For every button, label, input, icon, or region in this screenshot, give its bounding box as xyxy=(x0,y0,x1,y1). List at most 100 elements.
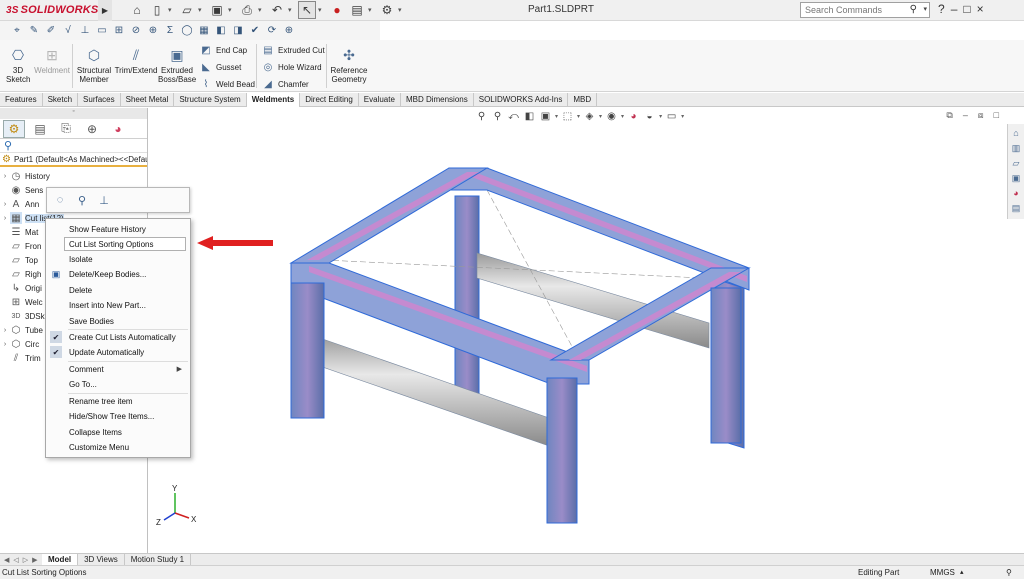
front-right-leg[interactable] xyxy=(710,287,742,444)
tab-surfaces[interactable]: Surfaces xyxy=(78,93,121,107)
tab-solidworks-add-ins[interactable]: SOLIDWORKS Add-Ins xyxy=(474,93,569,107)
dimxpert-manager-icon[interactable]: ⊕ xyxy=(81,120,103,138)
help-icon[interactable]: ? xyxy=(938,2,945,16)
tree-item-annotations[interactable]: › A Ann xyxy=(0,197,39,211)
expand-arrow-icon[interactable]: › xyxy=(0,215,10,222)
maximize-button[interactable]: □ xyxy=(963,2,970,16)
expand-arrow-icon[interactable]: › xyxy=(0,327,10,334)
balloon-icon[interactable]: ◯ xyxy=(180,24,194,38)
open-dropdown-icon[interactable]: ▾ xyxy=(198,6,206,14)
solidworks-resources-icon[interactable]: ⌂ xyxy=(1010,127,1023,139)
tree-item-front-plane[interactable]: ▱ Fron xyxy=(0,239,41,253)
end-cap-button[interactable]: ◩ End Cap xyxy=(200,44,247,56)
menu-rename-tree-item[interactable]: Rename tree item xyxy=(46,394,190,408)
menu-save-bodies[interactable]: Save Bodies xyxy=(46,314,190,328)
menu-isolate[interactable]: Isolate xyxy=(46,252,190,266)
solidworks-menu-arrow-icon[interactable]: ▶ xyxy=(98,0,112,21)
menu-delete-keep-bodies[interactable]: ▣ Delete/Keep Bodies... xyxy=(46,267,190,281)
table-icon[interactable]: ▦ xyxy=(197,24,211,38)
weldment-button[interactable]: ⊞ Weldment xyxy=(34,46,70,76)
appearances-icon[interactable]: ◕ xyxy=(1010,187,1023,199)
structural-member-button[interactable]: ⬡ Structural Member xyxy=(74,46,114,85)
save-icon[interactable]: ▣ xyxy=(208,1,226,19)
3d-sketch-button[interactable]: ⎔ 3D Sketch xyxy=(6,46,30,85)
new-dropdown-icon[interactable]: ▾ xyxy=(168,6,176,14)
tab-mbd[interactable]: MBD xyxy=(568,93,598,107)
tree-item-trim[interactable]: ⫽ Trim xyxy=(0,351,41,365)
zoom-to-selection-icon[interactable]: ⚲ xyxy=(75,193,89,207)
rebuild-icon[interactable]: ⟳ xyxy=(265,24,279,38)
tab-features[interactable]: Features xyxy=(0,93,43,107)
expand-arrow-icon[interactable]: › xyxy=(0,173,10,180)
tree-item-origin[interactable]: ↳ Origi xyxy=(0,281,42,295)
search-commands-input[interactable]: Search Commands ⚲ ▾ xyxy=(800,2,930,18)
status-options-icon[interactable]: ⚲ xyxy=(1006,568,1012,577)
property-manager-icon[interactable]: ▤ xyxy=(29,120,51,138)
expand-arrow-icon[interactable]: › xyxy=(0,341,10,348)
tree-item-weldment[interactable]: ⊞ Welc xyxy=(0,295,43,309)
weld-bead-button[interactable]: ⌇ Weld Bead xyxy=(200,78,255,90)
menu-show-feature-history[interactable]: Show Feature History xyxy=(46,222,190,236)
front-left-leg[interactable] xyxy=(290,282,325,419)
tab-evaluate[interactable]: Evaluate xyxy=(359,93,401,107)
undo-icon[interactable]: ↶ xyxy=(268,1,286,19)
coordinate-triad[interactable]: Y X Z xyxy=(156,484,197,527)
file-properties-dropdown-icon[interactable]: ▾ xyxy=(368,6,376,14)
trim-extend-button[interactable]: ⫽ Trim/Extend xyxy=(114,46,158,76)
block-icon[interactable]: ◨ xyxy=(231,24,245,38)
search-icon[interactable]: ⚲ xyxy=(910,4,917,15)
tree-root-part[interactable]: ⚙ Part1 (Default<As Machined><<Default>_… xyxy=(0,153,147,167)
tab-direct-editing[interactable]: Direct Editing xyxy=(300,93,359,107)
options-gear-icon[interactable]: ⚙ xyxy=(378,1,396,19)
filter-icon[interactable]: ⚲ xyxy=(0,139,147,153)
first-tab-icon[interactable]: ◀ xyxy=(4,556,9,564)
close-button[interactable]: × xyxy=(977,2,984,16)
graphics-viewport[interactable]: ⚲ ⚲ ⤺ ◧ ▣ ▾ ⬚ ▾ ◈ ▾ ◉ ▾ ◕ ◒ ▾ ▭ ▾ ⧉ – ⧈ … xyxy=(149,108,1007,553)
design-library-icon[interactable]: ▥ xyxy=(1010,142,1023,154)
tree-item-history[interactable]: › ◷ History xyxy=(0,169,50,183)
menu-update-automatically[interactable]: ✔ Update Automatically xyxy=(46,345,190,359)
print-dropdown-icon[interactable]: ▾ xyxy=(258,6,266,14)
file-explorer-icon[interactable]: ▱ xyxy=(1010,157,1023,169)
next-tab-icon[interactable]: ▷ xyxy=(23,556,28,564)
custom-properties-icon[interactable]: ▤ xyxy=(1010,202,1023,214)
back-left-leg[interactable] xyxy=(454,195,480,414)
new-document-icon[interactable]: ▯ xyxy=(148,1,166,19)
home-icon[interactable]: ⌂ xyxy=(128,1,146,19)
weld-symbol-icon[interactable]: ⊥ xyxy=(78,24,92,38)
options-dropdown-icon[interactable]: ▾ xyxy=(398,6,406,14)
menu-customize-menu[interactable]: Customize Menu xyxy=(46,440,190,454)
reference-geometry-button[interactable]: ✣ Reference Geometry xyxy=(330,46,368,85)
units-dropdown-icon[interactable]: ▴ xyxy=(960,568,964,576)
feature-manager-tree-icon[interactable]: ⚙ xyxy=(3,119,25,138)
display-manager-icon[interactable]: ◕ xyxy=(107,120,129,138)
chamfer-button[interactable]: ◢ Chamfer xyxy=(262,78,309,90)
tree-item-circular[interactable]: › ⬡ Circ xyxy=(0,337,39,351)
tab-model[interactable]: Model xyxy=(42,553,79,566)
select-dropdown-icon[interactable]: ▾ xyxy=(318,6,326,14)
tree-item-tube[interactable]: › ⬡ Tube xyxy=(0,323,43,337)
check-icon[interactable]: ✔ xyxy=(248,24,262,38)
hole-wizard-button[interactable]: ◎ Hole Wizard xyxy=(262,61,322,73)
menu-comment[interactable]: Comment ▶ xyxy=(46,362,190,376)
sum-icon[interactable]: Σ xyxy=(163,24,177,38)
menu-hide-show-tree-items[interactable]: Hide/Show Tree Items... xyxy=(46,409,190,423)
tab-3d-views[interactable]: 3D Views xyxy=(78,553,125,566)
menu-go-to[interactable]: Go To... xyxy=(46,377,190,391)
tab-mbd-dimensions[interactable]: MBD Dimensions xyxy=(401,93,474,107)
menu-insert-into-new-part[interactable]: Insert into New Part... xyxy=(46,298,190,312)
annotation-note-icon[interactable]: ✎ xyxy=(27,24,41,38)
hide-icon[interactable]: ◌ xyxy=(53,193,67,207)
geometric-tolerance-icon[interactable]: ⊞ xyxy=(112,24,126,38)
menu-cut-list-sorting-options[interactable]: Cut List Sorting Options xyxy=(64,237,186,251)
tab-sheet-metal[interactable]: Sheet Metal xyxy=(121,93,175,107)
status-units[interactable]: MMGS xyxy=(930,568,955,577)
tree-item-top-plane[interactable]: ▱ Top xyxy=(0,253,38,267)
tree-item-right-plane[interactable]: ▱ Righ xyxy=(0,267,41,281)
center-mark-icon[interactable]: ⊕ xyxy=(146,24,160,38)
file-properties-icon[interactable]: ▤ xyxy=(348,1,366,19)
smart-dimension-icon[interactable]: ⌖ xyxy=(10,24,24,38)
panel-collapse-handle[interactable]: ◦ xyxy=(0,108,147,119)
add-icon[interactable]: ⊕ xyxy=(282,24,296,38)
extruded-cut-button[interactable]: ▤ Extruded Cut xyxy=(262,44,324,56)
